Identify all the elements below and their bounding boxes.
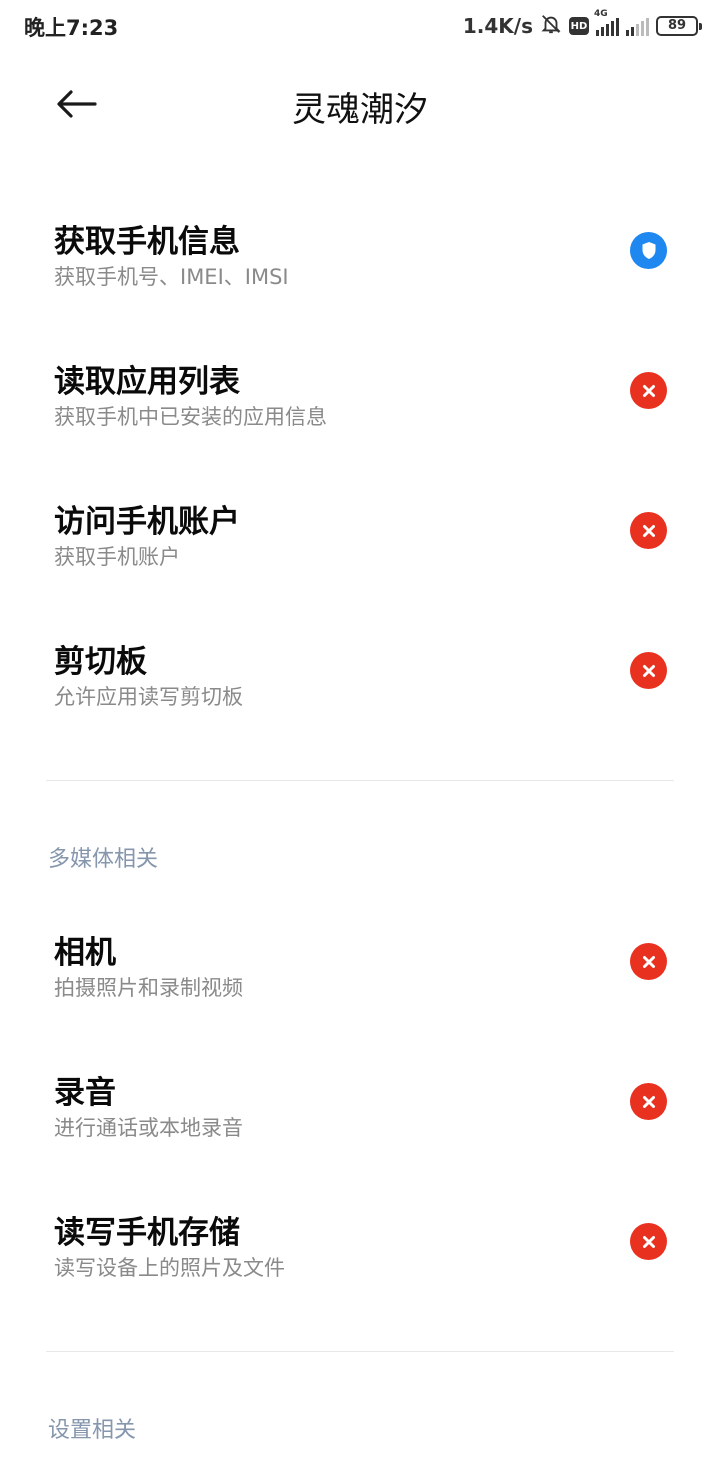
permission-item[interactable]: 剪切板允许应用读写剪切板	[0, 600, 720, 740]
status-icons: 1.4K/s HD 4G 89	[462, 9, 702, 41]
x-icon[interactable]	[630, 1223, 667, 1260]
status-bar: 晚上7:23 1.4K/s HD 4G 89	[0, 0, 720, 52]
permission-title: 读取应用列表	[54, 364, 240, 400]
x-icon[interactable]	[630, 652, 667, 689]
hd-icon: HD	[569, 17, 589, 35]
x-icon[interactable]	[630, 512, 667, 549]
permission-title: 访问手机账户	[54, 504, 240, 540]
permission-title: 录音	[54, 1075, 116, 1111]
permission-description: 读写设备上的照片及文件	[54, 1256, 285, 1280]
network-speed: 1.4K/s	[462, 14, 533, 38]
shield-icon[interactable]	[630, 232, 667, 269]
permission-list: 获取手机信息 获取手机号、IMEI、IMSI 读取应用列表 获取手机中已安装的应用信息…	[0, 180, 720, 1462]
permission-item[interactable]: 读取应用列表获取手机中已安装的应用信息	[0, 320, 720, 460]
battery-icon: 89	[656, 16, 702, 36]
permission-description: 获取手机中已安装的应用信息	[54, 405, 327, 429]
bell-muted-icon	[540, 13, 562, 39]
signal-weak-icon	[626, 16, 649, 36]
permission-item[interactable]: 相机拍摄照片和录制视频	[0, 891, 720, 1031]
permission-description: 获取手机账户	[54, 545, 180, 569]
x-icon[interactable]	[630, 943, 667, 980]
section-header: 多媒体相关	[48, 847, 159, 872]
permission-title: 相机	[54, 935, 116, 971]
section-header: 设置相关	[48, 1418, 137, 1443]
x-icon[interactable]	[630, 1083, 667, 1120]
x-icon[interactable]	[630, 372, 667, 409]
page-title: 灵魂潮汐	[292, 90, 428, 130]
permission-item[interactable]: 访问手机账户获取手机账户	[0, 460, 720, 600]
permission-title: 获取手机信息	[54, 224, 240, 260]
permission-item[interactable]: 录音进行通话或本地录音	[0, 1031, 720, 1171]
signal-4g-icon: 4G	[594, 9, 619, 36]
permission-title: 读写手机存储	[54, 1215, 240, 1251]
permission-item[interactable]: 读写手机存储读写设备上的照片及文件	[0, 1171, 720, 1311]
permission-description: 拍摄照片和录制视频	[54, 976, 243, 1000]
title-bar: 灵魂潮汐	[0, 62, 720, 146]
permission-description: 进行通话或本地录音	[54, 1116, 243, 1140]
permission-description: 允许应用读写剪切板	[54, 685, 243, 709]
permission-item[interactable]: 获取手机信息获取手机号、IMEI、IMSI	[0, 180, 720, 320]
permission-title: 剪切板	[54, 644, 147, 680]
permission-description: 获取手机号、IMEI、IMSI	[54, 265, 289, 289]
status-time: 晚上7:23	[24, 16, 119, 40]
network-type: 4G	[594, 9, 608, 19]
